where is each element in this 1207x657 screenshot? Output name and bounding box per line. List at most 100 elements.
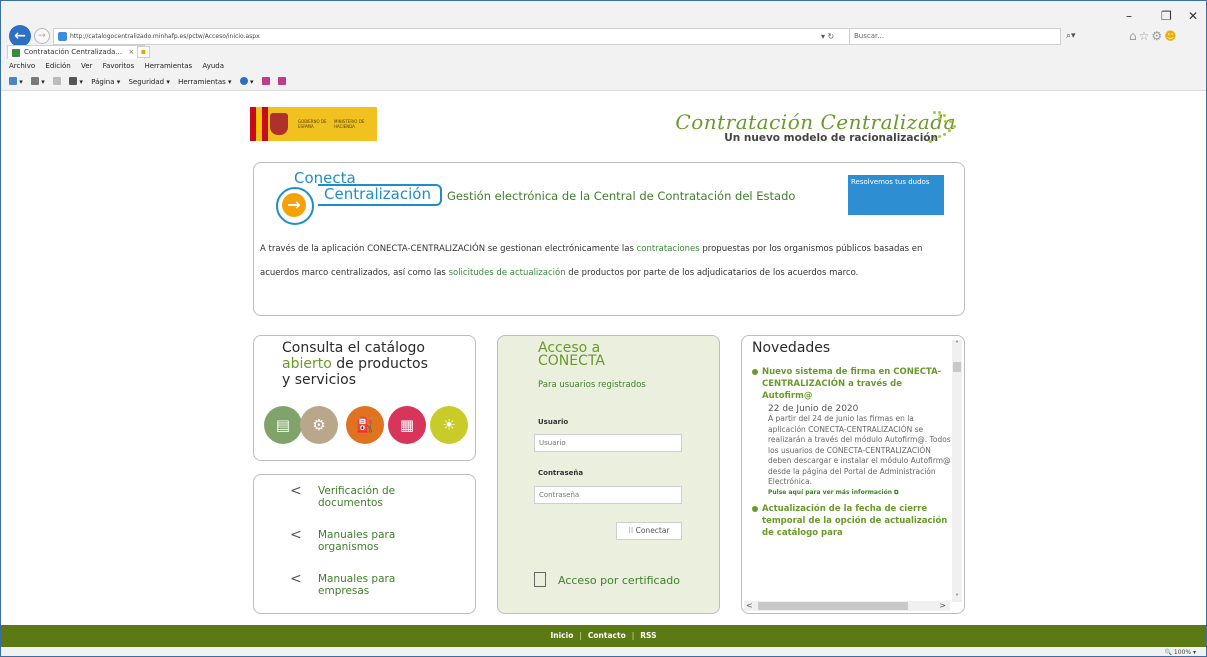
refresh-icon[interactable]: ▾ ↻ — [821, 28, 834, 45]
news-item-title[interactable]: Nuevo sistema de firma en CONECTA-CENTRA… — [752, 366, 952, 402]
scroll-left-icon[interactable]: < — [746, 601, 753, 611]
access-title: Acceso a CONECTA — [538, 341, 605, 369]
scroll-up-icon[interactable]: ˄ — [952, 340, 962, 349]
certificate-access-link[interactable]: Acceso por certificado — [534, 572, 680, 587]
feeds-icon[interactable]: ▾ — [30, 77, 45, 86]
brand-subtitle: Un nuevo modelo de racionalización — [724, 132, 938, 144]
footer-rss-link[interactable]: RSS — [640, 631, 656, 640]
url-text: http://catalogocentralizado.minhafp.es/p… — [70, 33, 260, 40]
addon-icon[interactable] — [261, 77, 270, 86]
gov-text-2: MINISTERIO DE HACIENDA — [334, 119, 365, 129]
security-menu[interactable]: Seguridad ▾ — [128, 78, 169, 86]
restore-icon[interactable]: ❐ — [1161, 9, 1172, 23]
catalogo-box[interactable]: Consulta el catálogo abierto de producto… — [253, 335, 476, 461]
toolbar-icons: ⌂☆⚙☻ — [1129, 28, 1179, 45]
access-title-line2: CONECTA — [538, 353, 605, 369]
dots-decoration-icon — [929, 109, 969, 149]
close-icon[interactable]: ✕ — [1188, 9, 1198, 23]
back-arrow-icon[interactable]: ← — [9, 25, 31, 47]
page-menu[interactable]: Página ▾ — [91, 78, 120, 86]
menu-archivo[interactable]: Archivo — [9, 62, 35, 70]
connect-button[interactable]: ⁝⁝ Conectar — [616, 522, 682, 540]
page-content: GOBIERNO DE ESPAÑA MINISTERIO DE HACIEND… — [1, 92, 1206, 627]
link-label: documentos — [318, 497, 383, 509]
new-tab-icon[interactable]: ▪ — [137, 46, 150, 58]
tools-menu[interactable]: Herramientas ▾ — [178, 78, 231, 86]
banner-headline: Gestión electrónica de la Central de Con… — [447, 189, 796, 203]
news-item-date: 22 de Junio de 2020 — [768, 404, 859, 414]
conecta-banner: → Conecta Centralización Gestión electró… — [253, 162, 965, 316]
motorbike-icon: ⚙ — [300, 406, 338, 444]
news-horizontal-scrollbar[interactable]: < > — [744, 601, 950, 611]
menu-ver[interactable]: Ver — [81, 62, 92, 70]
footer-home-link[interactable]: Inicio — [550, 631, 573, 640]
home-icon[interactable]: ⌂ — [1129, 29, 1139, 43]
menu-herramientas[interactable]: Herramientas — [144, 62, 192, 70]
help-icon[interactable]: ▾ — [239, 77, 254, 86]
fuel-pump-icon: ⛽ — [346, 406, 384, 444]
manuales-organismos-link[interactable]: < Manuales para organismos — [290, 527, 472, 553]
user-input[interactable] — [534, 434, 682, 452]
connect-label: Conectar — [635, 526, 670, 535]
mail-icon[interactable] — [52, 77, 61, 86]
link-label: Manuales para — [318, 529, 396, 541]
banner-description: A través de la aplicación CONECTA-CENTRA… — [260, 237, 960, 285]
gobierno-logo[interactable]: GOBIERNO DE ESPAÑA MINISTERIO DE HACIEND… — [250, 107, 377, 141]
external-link-icon: ⧉ — [894, 488, 899, 496]
scroll-thumb[interactable] — [953, 362, 961, 372]
resolvemos-dudas-button[interactable]: Resolvemos tus dudos — [848, 175, 944, 215]
link-label: Manuales para — [318, 573, 396, 585]
arrow-right-icon: → — [282, 193, 306, 217]
link-label: Verificación de — [318, 485, 396, 497]
search-icon[interactable]: ⌕▾ — [1066, 28, 1076, 45]
url-field[interactable]: http://catalogocentralizado.minhafp.es/p… — [53, 28, 853, 45]
home-cmd-icon[interactable]: ▾ — [9, 77, 23, 86]
scroll-right-icon[interactable]: > — [939, 601, 946, 611]
catalog-line3: y servicios — [282, 372, 357, 388]
novedades-box: Novedades Nuevo sistema de firma en CONE… — [741, 335, 965, 614]
minimize-icon[interactable]: – — [1126, 9, 1132, 23]
menu-ayuda[interactable]: Ayuda — [202, 62, 224, 70]
link-label: organismos — [318, 541, 379, 553]
search-input[interactable]: Buscar... — [849, 28, 1061, 45]
settings-gear-icon[interactable]: ⚙ — [1151, 29, 1164, 43]
news-title: Novedades — [752, 340, 831, 356]
radio-icon: ▤ — [264, 406, 302, 444]
coat-of-arms-icon — [270, 113, 288, 135]
logo-word-centralizacion: Centralización — [324, 185, 431, 203]
tab-contratacion[interactable]: Contratación Centralizada... × — [7, 45, 146, 59]
catalog-title: Consulta el catálogo abierto de producto… — [282, 340, 428, 388]
document-icon — [534, 572, 546, 587]
verificacion-documentos-link[interactable]: < Verificación de documentos — [290, 483, 472, 509]
menu-bar: Archivo Edición Ver Favoritos Herramient… — [1, 59, 1206, 74]
manuales-empresas-link[interactable]: < Manuales para empresas — [290, 571, 472, 597]
zoom-level[interactable]: 🔍 100% ▾ — [1165, 649, 1196, 656]
tab-close-icon[interactable]: × — [128, 48, 134, 56]
footer-contact-link[interactable]: Contacto — [588, 631, 626, 640]
news-more-link[interactable]: Pulse aquí para ver más información ⧉ — [752, 489, 952, 497]
password-input[interactable] — [534, 486, 682, 504]
site-favicon-icon — [58, 32, 67, 41]
link-label: empresas — [318, 585, 370, 597]
menu-edicion[interactable]: Edición — [45, 62, 70, 70]
lightbulb-icon: ☀ — [430, 406, 468, 444]
browser-window: ← → http://catalogocentralizado.minhafp.… — [0, 0, 1207, 657]
news-item-title[interactable]: Actualización de la fecha de cierre temp… — [752, 503, 952, 539]
scroll-thumb[interactable] — [758, 602, 908, 610]
news-vertical-scrollbar[interactable]: ˄ ˅ — [952, 340, 962, 602]
menu-favoritos[interactable]: Favoritos — [103, 62, 135, 70]
print-icon[interactable]: ▾ — [69, 77, 83, 86]
research-icon[interactable] — [277, 77, 286, 86]
solicitudes-link[interactable]: solicitudes de actualización — [449, 268, 566, 278]
share-icon: < — [290, 571, 302, 587]
catalog-abierto: abierto — [282, 356, 332, 372]
feedback-smiley-icon[interactable]: ☻ — [1164, 29, 1179, 43]
connect-icon: ⁝⁝ — [628, 526, 636, 535]
favorites-star-icon[interactable]: ☆ — [1139, 29, 1152, 43]
scroll-down-icon[interactable]: ˅ — [952, 593, 962, 602]
brand-title: Contratación Centralizada — [675, 110, 956, 134]
contrataciones-link[interactable]: contrataciones — [637, 244, 700, 254]
catalog-line2: de productos — [331, 356, 428, 372]
forward-arrow-icon[interactable]: → — [34, 28, 50, 44]
status-bar: 🔍 100% ▾ — [1, 647, 1206, 656]
